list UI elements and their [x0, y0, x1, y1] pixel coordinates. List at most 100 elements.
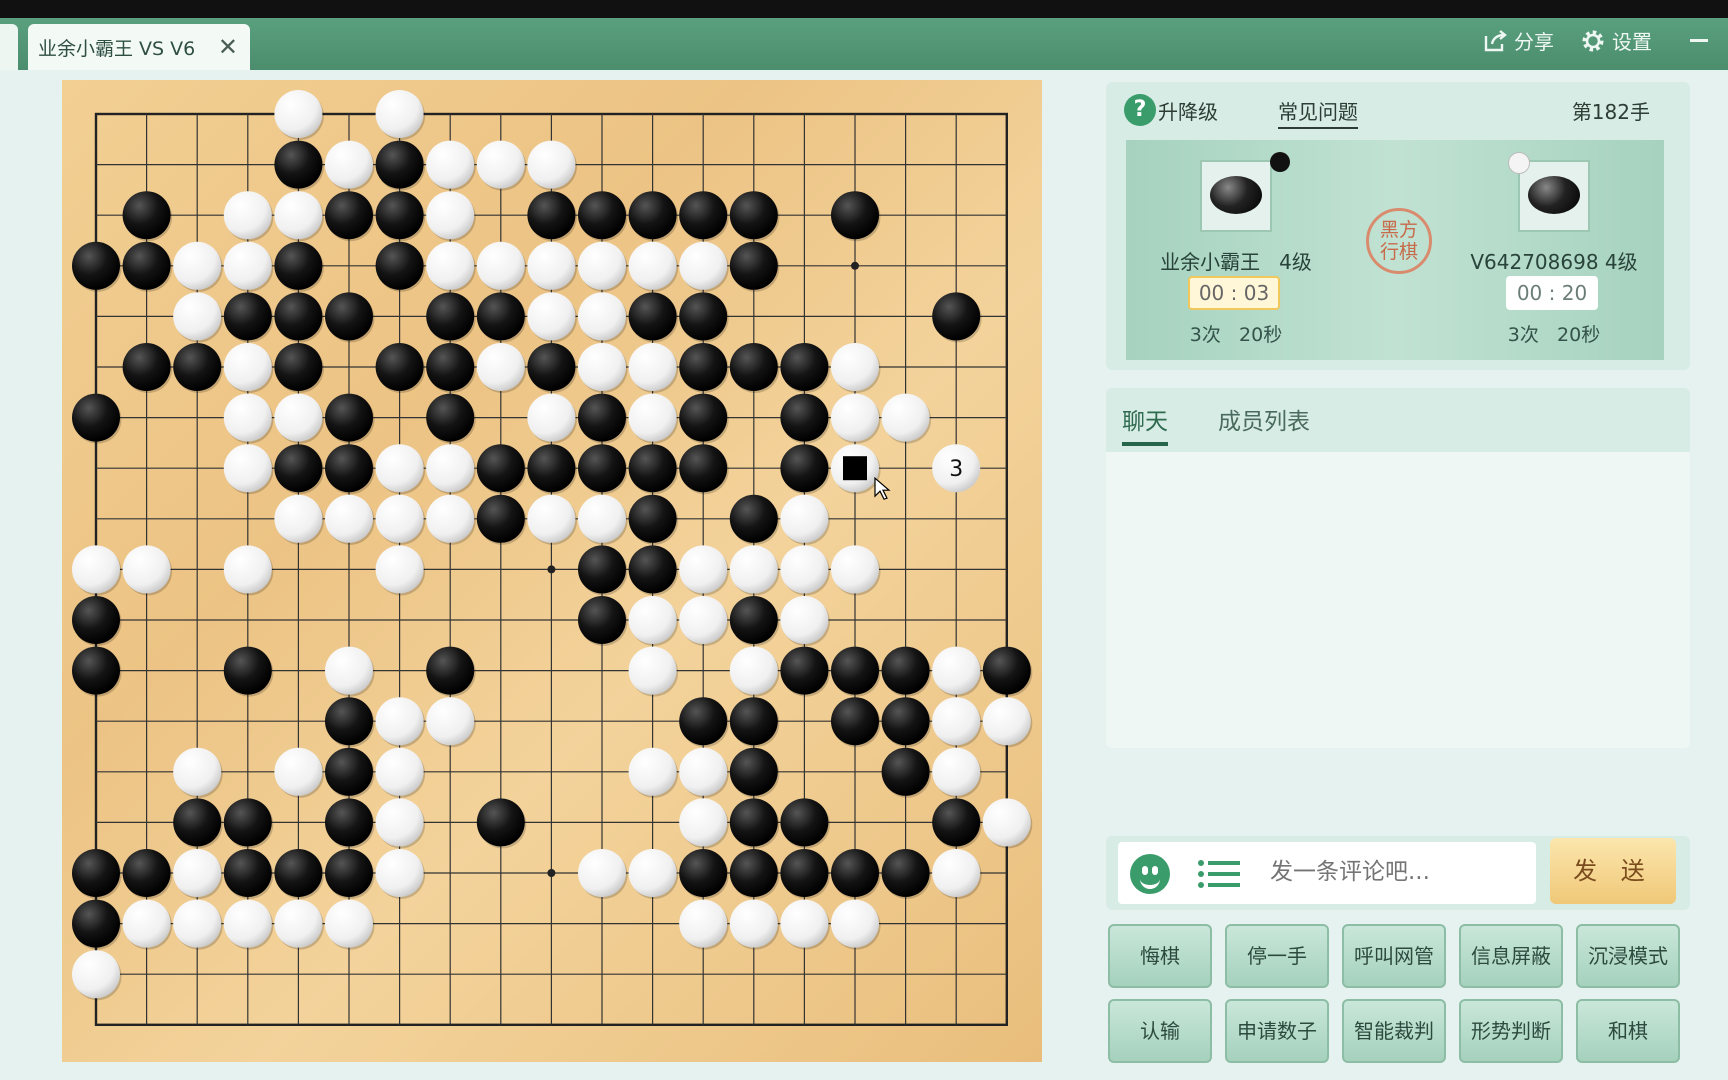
settings-button[interactable]: 设置	[1580, 26, 1652, 55]
black-stone	[982, 646, 1031, 695]
black-stone	[628, 191, 677, 240]
white-stone	[375, 545, 424, 594]
undo-button[interactable]: 悔棋	[1108, 924, 1212, 988]
black-stone	[122, 343, 171, 391]
game-info-panel: ? 升降级 常见问题 第182手 业余小霸王 4级 00 : 03 3次 20秒…	[1106, 82, 1690, 370]
black-byoyomi: 3次 20秒	[1189, 324, 1283, 346]
white-stone	[122, 545, 171, 594]
settings-label: 设置	[1612, 30, 1652, 54]
ai-judge-button[interactable]: 智能裁判	[1342, 999, 1446, 1063]
black-stone	[375, 191, 424, 240]
game-tab[interactable]: 业余小霸王 VS V6 ✕	[28, 24, 250, 70]
comment-box	[1118, 842, 1536, 904]
white-stone	[325, 140, 373, 189]
black-stone	[274, 292, 323, 341]
gear-icon	[1582, 30, 1604, 51]
white-stone	[122, 899, 171, 948]
white-stone	[527, 494, 576, 543]
black-stone	[729, 798, 778, 847]
white-stone	[375, 90, 424, 138]
position-eval-button[interactable]: 形势判断	[1459, 999, 1563, 1063]
black-stone	[729, 241, 778, 290]
black-stone	[628, 444, 677, 493]
white-stone-icon	[1508, 152, 1530, 174]
black-stone	[274, 140, 323, 189]
black-stone	[375, 241, 424, 290]
send-button[interactable]: 发 送	[1550, 838, 1676, 904]
share-label: 分享	[1514, 30, 1554, 54]
previous-tab-edge[interactable]	[0, 24, 18, 70]
black-stone	[325, 191, 373, 240]
white-stone	[72, 950, 120, 999]
black-stone	[223, 798, 272, 847]
black-stone	[325, 798, 373, 847]
black-stone	[578, 545, 626, 594]
black-stone	[578, 191, 626, 240]
white-stone	[628, 646, 677, 695]
black-stone	[527, 444, 576, 493]
request-count-button[interactable]: 申请数子	[1225, 999, 1329, 1063]
white-stone	[628, 747, 677, 796]
white-stone	[426, 444, 475, 493]
turn-seal: 黑方 行棋	[1366, 208, 1432, 274]
white-stone	[628, 343, 677, 391]
white-stone	[274, 899, 323, 948]
share-button[interactable]: 分享	[1482, 26, 1554, 55]
pass-button[interactable]: 停一手	[1225, 924, 1329, 988]
avatar[interactable]	[1518, 160, 1590, 232]
white-stone	[527, 292, 576, 341]
black-stone	[780, 798, 829, 847]
black-stone	[223, 292, 272, 341]
tab-members[interactable]: 成员列表	[1218, 402, 1310, 436]
avatar[interactable]	[1200, 160, 1272, 232]
black-stone	[72, 393, 120, 442]
go-board[interactable]: 3	[62, 80, 1042, 1062]
comment-input[interactable]	[1268, 858, 1532, 886]
black-stone	[325, 292, 373, 341]
black-stone	[729, 747, 778, 796]
black-stone	[578, 596, 626, 644]
white-stone	[527, 241, 576, 290]
white-stone	[223, 343, 272, 391]
title-bar: 业余小霸王 VS V6 ✕ 分享 设置	[0, 18, 1728, 70]
white-stone	[679, 899, 728, 948]
black-stone	[274, 849, 323, 897]
rank-link[interactable]: 升降级	[1158, 96, 1218, 125]
white-stone	[274, 747, 323, 796]
black-stone	[780, 646, 829, 695]
black-stone	[325, 393, 373, 442]
black-stone	[325, 849, 373, 897]
list-icon[interactable]	[1198, 860, 1240, 888]
white-stone	[578, 292, 626, 341]
white-stone	[274, 393, 323, 442]
white-stone	[426, 494, 475, 543]
star-point	[851, 261, 859, 270]
board-canvas[interactable]: 3	[62, 80, 1042, 1062]
black-stone	[426, 292, 475, 341]
draw-button[interactable]: 和棋	[1576, 999, 1680, 1063]
white-stone	[325, 494, 373, 543]
white-stone	[274, 494, 323, 543]
tab-chat[interactable]: 聊天	[1122, 402, 1168, 446]
close-icon[interactable]: ✕	[218, 33, 238, 61]
white-stone	[476, 343, 525, 391]
help-icon[interactable]: ?	[1124, 94, 1156, 126]
white-stone	[426, 191, 475, 240]
faq-link[interactable]: 常见问题	[1278, 96, 1358, 129]
resign-button[interactable]: 认输	[1108, 999, 1212, 1063]
black-stone	[223, 646, 272, 695]
white-stone	[932, 747, 981, 796]
black-stone	[780, 444, 829, 493]
emoji-icon[interactable]	[1130, 854, 1170, 894]
immersive-mode-button[interactable]: 沉浸模式	[1576, 924, 1680, 988]
black-stone	[628, 494, 677, 543]
white-byoyomi: 3次 20秒	[1507, 324, 1601, 346]
call-admin-button[interactable]: 呼叫网管	[1342, 924, 1446, 988]
black-stone	[426, 393, 475, 442]
black-stone	[375, 343, 424, 391]
black-stone	[274, 241, 323, 290]
block-info-button[interactable]: 信息屏蔽	[1459, 924, 1563, 988]
minimize-button[interactable]	[1690, 39, 1708, 42]
black-stone	[122, 191, 171, 240]
white-player-name: V642708698 4级	[1470, 250, 1638, 274]
